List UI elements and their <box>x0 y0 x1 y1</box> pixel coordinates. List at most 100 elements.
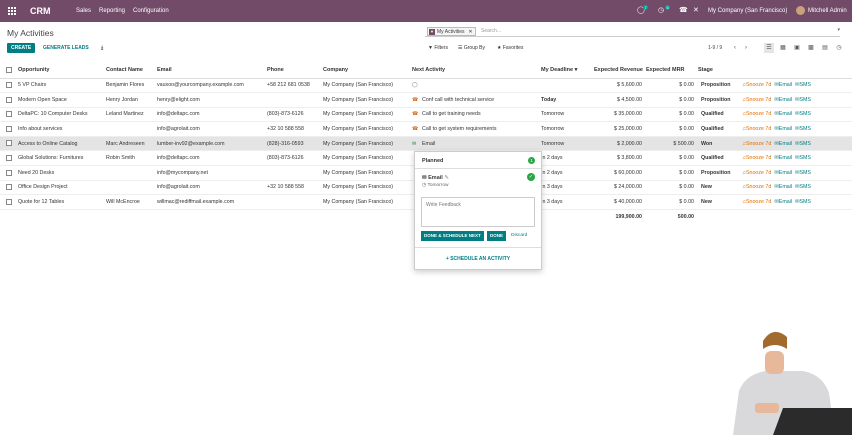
cell-next-activity[interactable]: ☎ Conf call with technical service <box>412 92 541 108</box>
row-checkbox[interactable] <box>6 111 12 118</box>
snooze-button[interactable]: ♫Snooze 7d <box>742 141 771 147</box>
graph-view-icon[interactable]: ▤ <box>820 43 830 53</box>
snooze-button[interactable]: ♫Snooze 7d <box>742 170 771 176</box>
filters-button[interactable]: ▼ Filters <box>428 45 448 51</box>
col-stage[interactable]: Stage <box>698 62 742 79</box>
email-button[interactable]: ✉Email <box>774 184 792 190</box>
activity-view-icon[interactable]: ◷ <box>834 43 844 53</box>
cell-next-activity[interactable]: ✉ Email <box>412 136 541 152</box>
col-deadline[interactable]: My Deadline ▾ <box>541 62 594 79</box>
row-checkbox[interactable] <box>6 198 12 205</box>
email-button[interactable]: ✉Email <box>774 199 792 205</box>
menu-reporting[interactable]: Reporting <box>99 8 125 14</box>
table-row[interactable]: DeltaPC: 10 Computer Desks Leland Martine… <box>0 107 852 123</box>
calendar-view-icon[interactable]: ▣ <box>792 43 802 53</box>
sms-button[interactable]: ✉SMS <box>795 199 811 205</box>
table-row[interactable]: Access to Online Catalog Marc Andreseen lu… <box>0 136 852 152</box>
sms-button[interactable]: ✉SMS <box>795 141 811 147</box>
col-email[interactable]: Email <box>157 62 267 79</box>
snooze-button[interactable]: ♫Snooze 7d <box>742 82 771 88</box>
favorites-button[interactable]: ★ Favorites <box>497 45 523 51</box>
sms-button[interactable]: ✉SMS <box>795 155 811 161</box>
kanban-view-icon[interactable]: ▦ <box>778 43 788 53</box>
col-phone[interactable]: Phone <box>267 62 323 79</box>
row-checkbox[interactable] <box>6 82 12 89</box>
snooze-button[interactable]: ♫Snooze 7d <box>742 184 771 190</box>
row-checkbox[interactable] <box>6 184 12 191</box>
done-button[interactable]: DONE <box>487 231 507 241</box>
mark-done-icon[interactable]: ✓ <box>527 173 535 181</box>
sms-button[interactable]: ✉SMS <box>795 170 811 176</box>
sms-button[interactable]: ✉SMS <box>795 126 811 132</box>
feedback-field[interactable] <box>421 197 535 227</box>
discard-button[interactable]: Discard <box>511 231 527 241</box>
snooze-button[interactable]: ♫Snooze 7d <box>742 155 771 161</box>
table-row[interactable]: Info about services info@agrolait.com +32 … <box>0 121 852 137</box>
row-checkbox[interactable] <box>6 155 12 162</box>
row-checkbox[interactable] <box>6 96 12 103</box>
menu-sales[interactable]: Sales <box>76 8 91 14</box>
col-next-activity[interactable]: Next Activity <box>412 62 541 79</box>
search-dropdown-icon[interactable]: ▾ <box>837 27 840 33</box>
cell-next-activity[interactable]: ☎ Call to get system requirements <box>412 121 541 137</box>
pager-value[interactable]: 1-9 / 9 <box>708 45 722 51</box>
phone-icon[interactable]: ☎ <box>412 111 419 117</box>
close-icon[interactable]: ✕ <box>693 6 699 14</box>
search-facet[interactable]: ▼ My Activities ✕ <box>427 27 476 36</box>
email-button[interactable]: ✉Email <box>774 111 792 117</box>
table-row[interactable]: Modern Open Space Henry Jordan henry@eligh… <box>0 92 852 108</box>
done-schedule-next-button[interactable]: DONE & SCHEDULE NEXT <box>421 231 484 241</box>
company-switcher[interactable]: My Company (San Francisco) <box>708 8 787 14</box>
list-view-icon[interactable]: ☰ <box>764 43 774 53</box>
snooze-button[interactable]: ♫Snooze 7d <box>742 97 771 103</box>
email-button[interactable]: ✉Email <box>774 170 792 176</box>
email-button[interactable]: ✉Email <box>774 126 792 132</box>
email-button[interactable]: ✉Email <box>774 155 792 161</box>
email-button[interactable]: ✉Email <box>774 97 792 103</box>
search-box[interactable]: ▼ My Activities ✕ Search... ▾ <box>425 26 840 37</box>
sms-button[interactable]: ✉SMS <box>795 82 811 88</box>
table-row[interactable]: 5 VP Chairs Benjamin Flores vauxoo@yourcom… <box>0 78 852 94</box>
email-button[interactable]: ✉Email <box>774 141 792 147</box>
activity-icon[interactable]: ◷ <box>658 6 664 14</box>
download-icon[interactable]: ⤓ <box>97 43 107 53</box>
search-input[interactable]: Search... <box>481 28 501 34</box>
snooze-button[interactable]: ♫Snooze 7d <box>742 126 771 132</box>
email-icon[interactable]: ✉ <box>412 141 419 147</box>
pager-previous-icon[interactable]: ‹ <box>730 43 740 53</box>
pager-next-icon[interactable]: › <box>741 43 751 53</box>
col-mrr[interactable]: Expected MRR <box>646 62 698 79</box>
user-menu[interactable]: Mitchell Admin <box>808 8 847 14</box>
apps-menu-icon[interactable] <box>8 7 16 15</box>
schedule-activity-button[interactable]: + SCHEDULE AN ACTIVITY <box>415 256 541 262</box>
menu-configuration[interactable]: Configuration <box>133 8 169 14</box>
create-button[interactable]: CREATE <box>7 43 36 53</box>
phone-icon[interactable]: ☎ <box>412 126 419 132</box>
cell-next-activity[interactable]: ☎ Call to get training needs <box>412 107 541 123</box>
edit-icon[interactable]: ✎ <box>444 175 449 181</box>
select-all-checkbox[interactable] <box>6 66 12 73</box>
email-button[interactable]: ✉Email <box>774 82 792 88</box>
col-company[interactable]: Company <box>323 62 412 79</box>
pivot-view-icon[interactable]: ▩ <box>806 43 816 53</box>
row-checkbox[interactable] <box>6 125 12 132</box>
generate-leads-button[interactable]: GENERATE LEADS <box>39 43 93 53</box>
activity-icon[interactable]: ◯ <box>412 82 419 88</box>
avatar[interactable] <box>796 6 805 15</box>
sms-button[interactable]: ✉SMS <box>795 97 811 103</box>
snooze-button[interactable]: ♫Snooze 7d <box>742 199 771 205</box>
phone-icon[interactable]: ☎ <box>679 6 688 14</box>
row-checkbox[interactable] <box>6 169 12 176</box>
col-contact[interactable]: Contact Name <box>106 62 157 79</box>
col-revenue[interactable]: Expected Revenue <box>594 62 646 79</box>
phone-icon[interactable]: ☎ <box>412 97 419 103</box>
remove-facet-icon[interactable]: ✕ <box>468 28 472 36</box>
col-opportunity[interactable]: Opportunity <box>18 62 106 79</box>
group-by-button[interactable]: ☰ Group By <box>458 45 485 51</box>
snooze-button[interactable]: ♫Snooze 7d <box>742 111 771 117</box>
sms-button[interactable]: ✉SMS <box>795 111 811 117</box>
row-checkbox[interactable] <box>6 140 12 147</box>
sms-button[interactable]: ✉SMS <box>795 184 811 190</box>
cell-next-activity[interactable]: ◯ <box>412 78 541 94</box>
app-name[interactable]: CRM <box>30 6 51 16</box>
